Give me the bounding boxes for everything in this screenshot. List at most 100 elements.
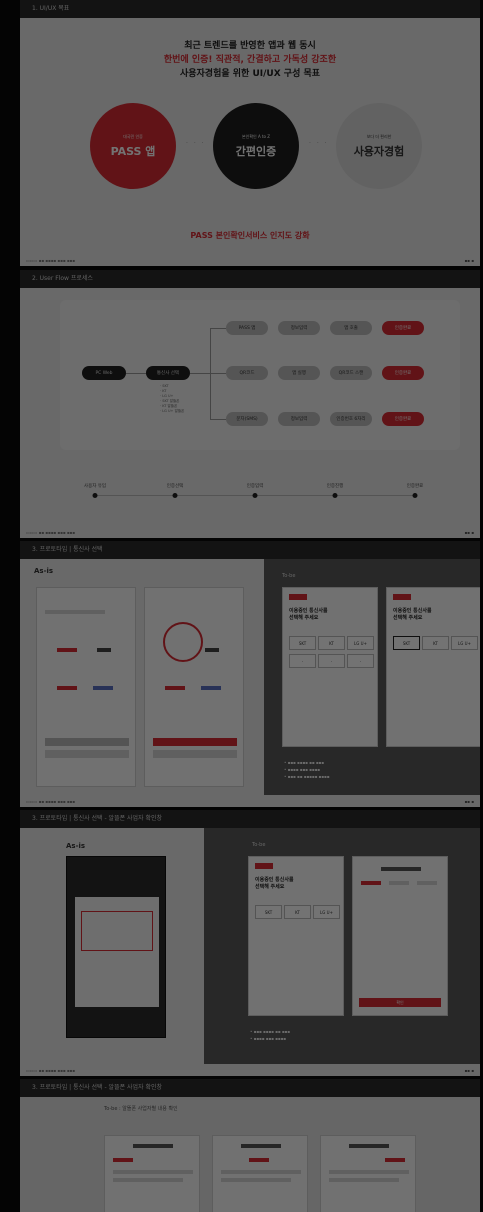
confirm-button[interactable]: 확인: [359, 998, 441, 1007]
section-header: 3. 프로토타입 | 통신사 선택: [20, 541, 480, 559]
carrier-option[interactable]: ·: [318, 654, 345, 668]
placeholder-bar: [381, 867, 421, 871]
asis-label: As-is: [34, 567, 54, 575]
detail-screen-1: [104, 1135, 200, 1212]
carrier-option[interactable]: SKT: [289, 636, 316, 650]
placeholder-bar: [221, 1170, 301, 1174]
tobe-screen-2: 이용중인 통신사를 선택해 주세요 SKT KT LG U+: [386, 587, 480, 747]
flow-node-sms-code: 인증번호 6자리: [330, 412, 372, 426]
stage-dot: [92, 493, 98, 498]
placeholder-bar: [165, 686, 185, 690]
flow-node-info-input: 정보입력: [278, 412, 320, 426]
flow-node-pc-web: PC Web: [82, 366, 126, 380]
section-prototype-mvno-popup: 3. 프로토타입 | 통신사 선택 - 알뜰폰 사업자 확인창 As-is To…: [20, 810, 480, 1076]
tobe-label: To-be: [252, 842, 266, 848]
placeholder-bar: [221, 1178, 291, 1182]
flow-node-pass-app: PASS 앱: [226, 321, 268, 335]
circle-big-text: PASS 앱: [110, 144, 156, 158]
placeholder-bar: [361, 881, 381, 885]
placeholder-bar: [153, 750, 237, 758]
asis-screen-2: [144, 587, 244, 787]
carrier-row: · · ·: [289, 654, 374, 668]
placeholder-bar: [389, 881, 409, 885]
stage-label: 인증선택: [166, 484, 184, 489]
flow-node-qr-code: QR코드: [226, 366, 268, 380]
asis-label: As-is: [66, 842, 86, 850]
popup-highlight: [81, 911, 153, 951]
tobe-label: To-be: [282, 573, 296, 579]
tobe-notes: • ▪▪▪ ▪▪▪▪ ▪▪ ▪▪▪ • ▪▪▪▪ ▪▪▪ ▪▪▪▪: [250, 1029, 290, 1041]
placeholder-bar: [349, 1144, 389, 1148]
pass-logo: [289, 594, 307, 600]
flow-connector: [210, 328, 226, 329]
tobe-panel: To-be 이용중인 통신사를 선택해 주세요 SKT KT LG U+ · ·…: [264, 559, 480, 795]
flow-connector: [210, 419, 226, 420]
circle-small-text: 본인확인 A to Z: [241, 133, 271, 139]
carrier-option[interactable]: SKT: [393, 636, 420, 650]
placeholder-bar: [45, 750, 129, 758]
footer-left: ▭▭▭ ▪▪ ▪▪▪▪ ▪▪▪ ▪▪▪: [26, 257, 75, 263]
flow-node-info-input: 정보입력: [278, 321, 320, 335]
placeholder-bar: [153, 738, 237, 746]
stage-label: 인증진행: [326, 484, 344, 489]
carrier-option[interactable]: ·: [289, 654, 316, 668]
tobe-popup-screen: 확인: [352, 856, 448, 1016]
stage-label: 인증완료: [406, 484, 424, 489]
carrier-option[interactable]: LG U+: [313, 905, 340, 919]
placeholder-bar: [57, 648, 77, 652]
tobe-notes: • ▪▪▪ ▪▪▪▪ ▪▪ ▪▪▪ • ▪▪▪▪ ▪▪▪ ▪▪▪▪ • ▪▪▪ ▪▪…: [284, 760, 330, 779]
placeholder-bar: [45, 610, 105, 614]
section-user-flow: 2. User Flow 프로세스 PC Web 통신사 선택 · SKT · K…: [20, 270, 480, 538]
placeholder-bar: [45, 738, 129, 746]
flow-node-qr-scan: QR코드 스캔: [330, 366, 372, 380]
placeholder-bar: [113, 1178, 183, 1182]
placeholder-bar: [241, 1144, 281, 1148]
footer-left: ▭▭▭ ▪▪ ▪▪▪▪ ▪▪▪ ▪▪▪: [26, 798, 75, 804]
dots-separator: · · ·: [186, 140, 206, 147]
circle-pass-app: 대국민 인증 PASS 앱: [90, 103, 176, 189]
carrier-option[interactable]: KT: [422, 636, 449, 650]
goal-line-3: 사용자경험을 위한 UI/UX 구성 목표: [179, 69, 321, 79]
tobe-panel: To-be 이용중인 통신사를 선택해 주세요 SKT KT LG U+ 확인 …: [204, 828, 480, 1064]
carrier-option[interactable]: LG U+: [451, 636, 478, 650]
flow-node-auth-complete: 인증완료: [382, 412, 424, 426]
flow-branch: [210, 328, 211, 420]
goal-line-1: 최근 트렌드를 반영한 앱과 웹 동시: [184, 41, 316, 51]
section-body: As-is To-be 이용중인 통신사를 선택해 주세요 SKT KT LG …: [20, 828, 480, 1076]
stage-label: 사용자 유입: [83, 484, 107, 489]
goal-line-2: 한번에 인증! 직관적, 간결하고 가독성 강조한: [163, 55, 337, 65]
stage-label: 인증입력: [246, 484, 264, 489]
flow-node-sms: 문자(SMS): [226, 412, 268, 426]
carrier-row: SKT KT LG U+: [393, 636, 478, 650]
stage-dot: [412, 493, 418, 498]
circle-simple-auth: 본인확인 A to Z 간편인증: [213, 103, 299, 189]
placeholder-bar: [201, 686, 221, 690]
carrier-option[interactable]: KT: [318, 636, 345, 650]
flow-connector: [126, 373, 146, 374]
circle-user-experience: 보다 더 편리한 사용자경험: [336, 103, 422, 189]
section-body: 최근 트렌드를 반영한 앱과 웹 동시 한번에 인증! 직관적, 간결하고 가독…: [20, 18, 480, 266]
placeholder-bar: [329, 1170, 409, 1174]
placeholder-bar: [113, 1158, 133, 1162]
circle-small-text: 대국민 인증: [123, 133, 143, 139]
section-body: As-is To-be 이용중인 통신사를 선택해 주세요 SKT KT LG …: [20, 559, 480, 807]
section-header: 3. 프로토타입 | 통신사 선택 - 알뜰폰 사업자 확인창: [20, 1079, 480, 1097]
pass-logo: [255, 863, 273, 869]
carrier-option[interactable]: LG U+: [347, 636, 374, 650]
carrier-option[interactable]: ·: [347, 654, 374, 668]
section-header: 2. User Flow 프로세스: [20, 270, 480, 288]
asis-screen-1: [36, 587, 136, 787]
dots-separator: · · ·: [309, 140, 329, 147]
carrier-option[interactable]: SKT: [255, 905, 282, 919]
footer-brand: ▪▪ ▪: [464, 529, 474, 535]
detail-screen-3: [320, 1135, 416, 1212]
detail-screen-2: [212, 1135, 308, 1212]
placeholder-bar: [385, 1158, 405, 1162]
asis-popup: [75, 897, 159, 1007]
highlight-circle: [163, 622, 203, 662]
flow-connector: [190, 373, 210, 374]
flow-node-auth-complete: 인증완료: [382, 366, 424, 380]
carrier-option[interactable]: KT: [284, 905, 311, 919]
placeholder-bar: [97, 648, 111, 652]
section-prototype-mvno-detail: 3. 프로토타입 | 통신사 선택 - 알뜰폰 사업자 확인창 To-be : …: [20, 1079, 480, 1212]
